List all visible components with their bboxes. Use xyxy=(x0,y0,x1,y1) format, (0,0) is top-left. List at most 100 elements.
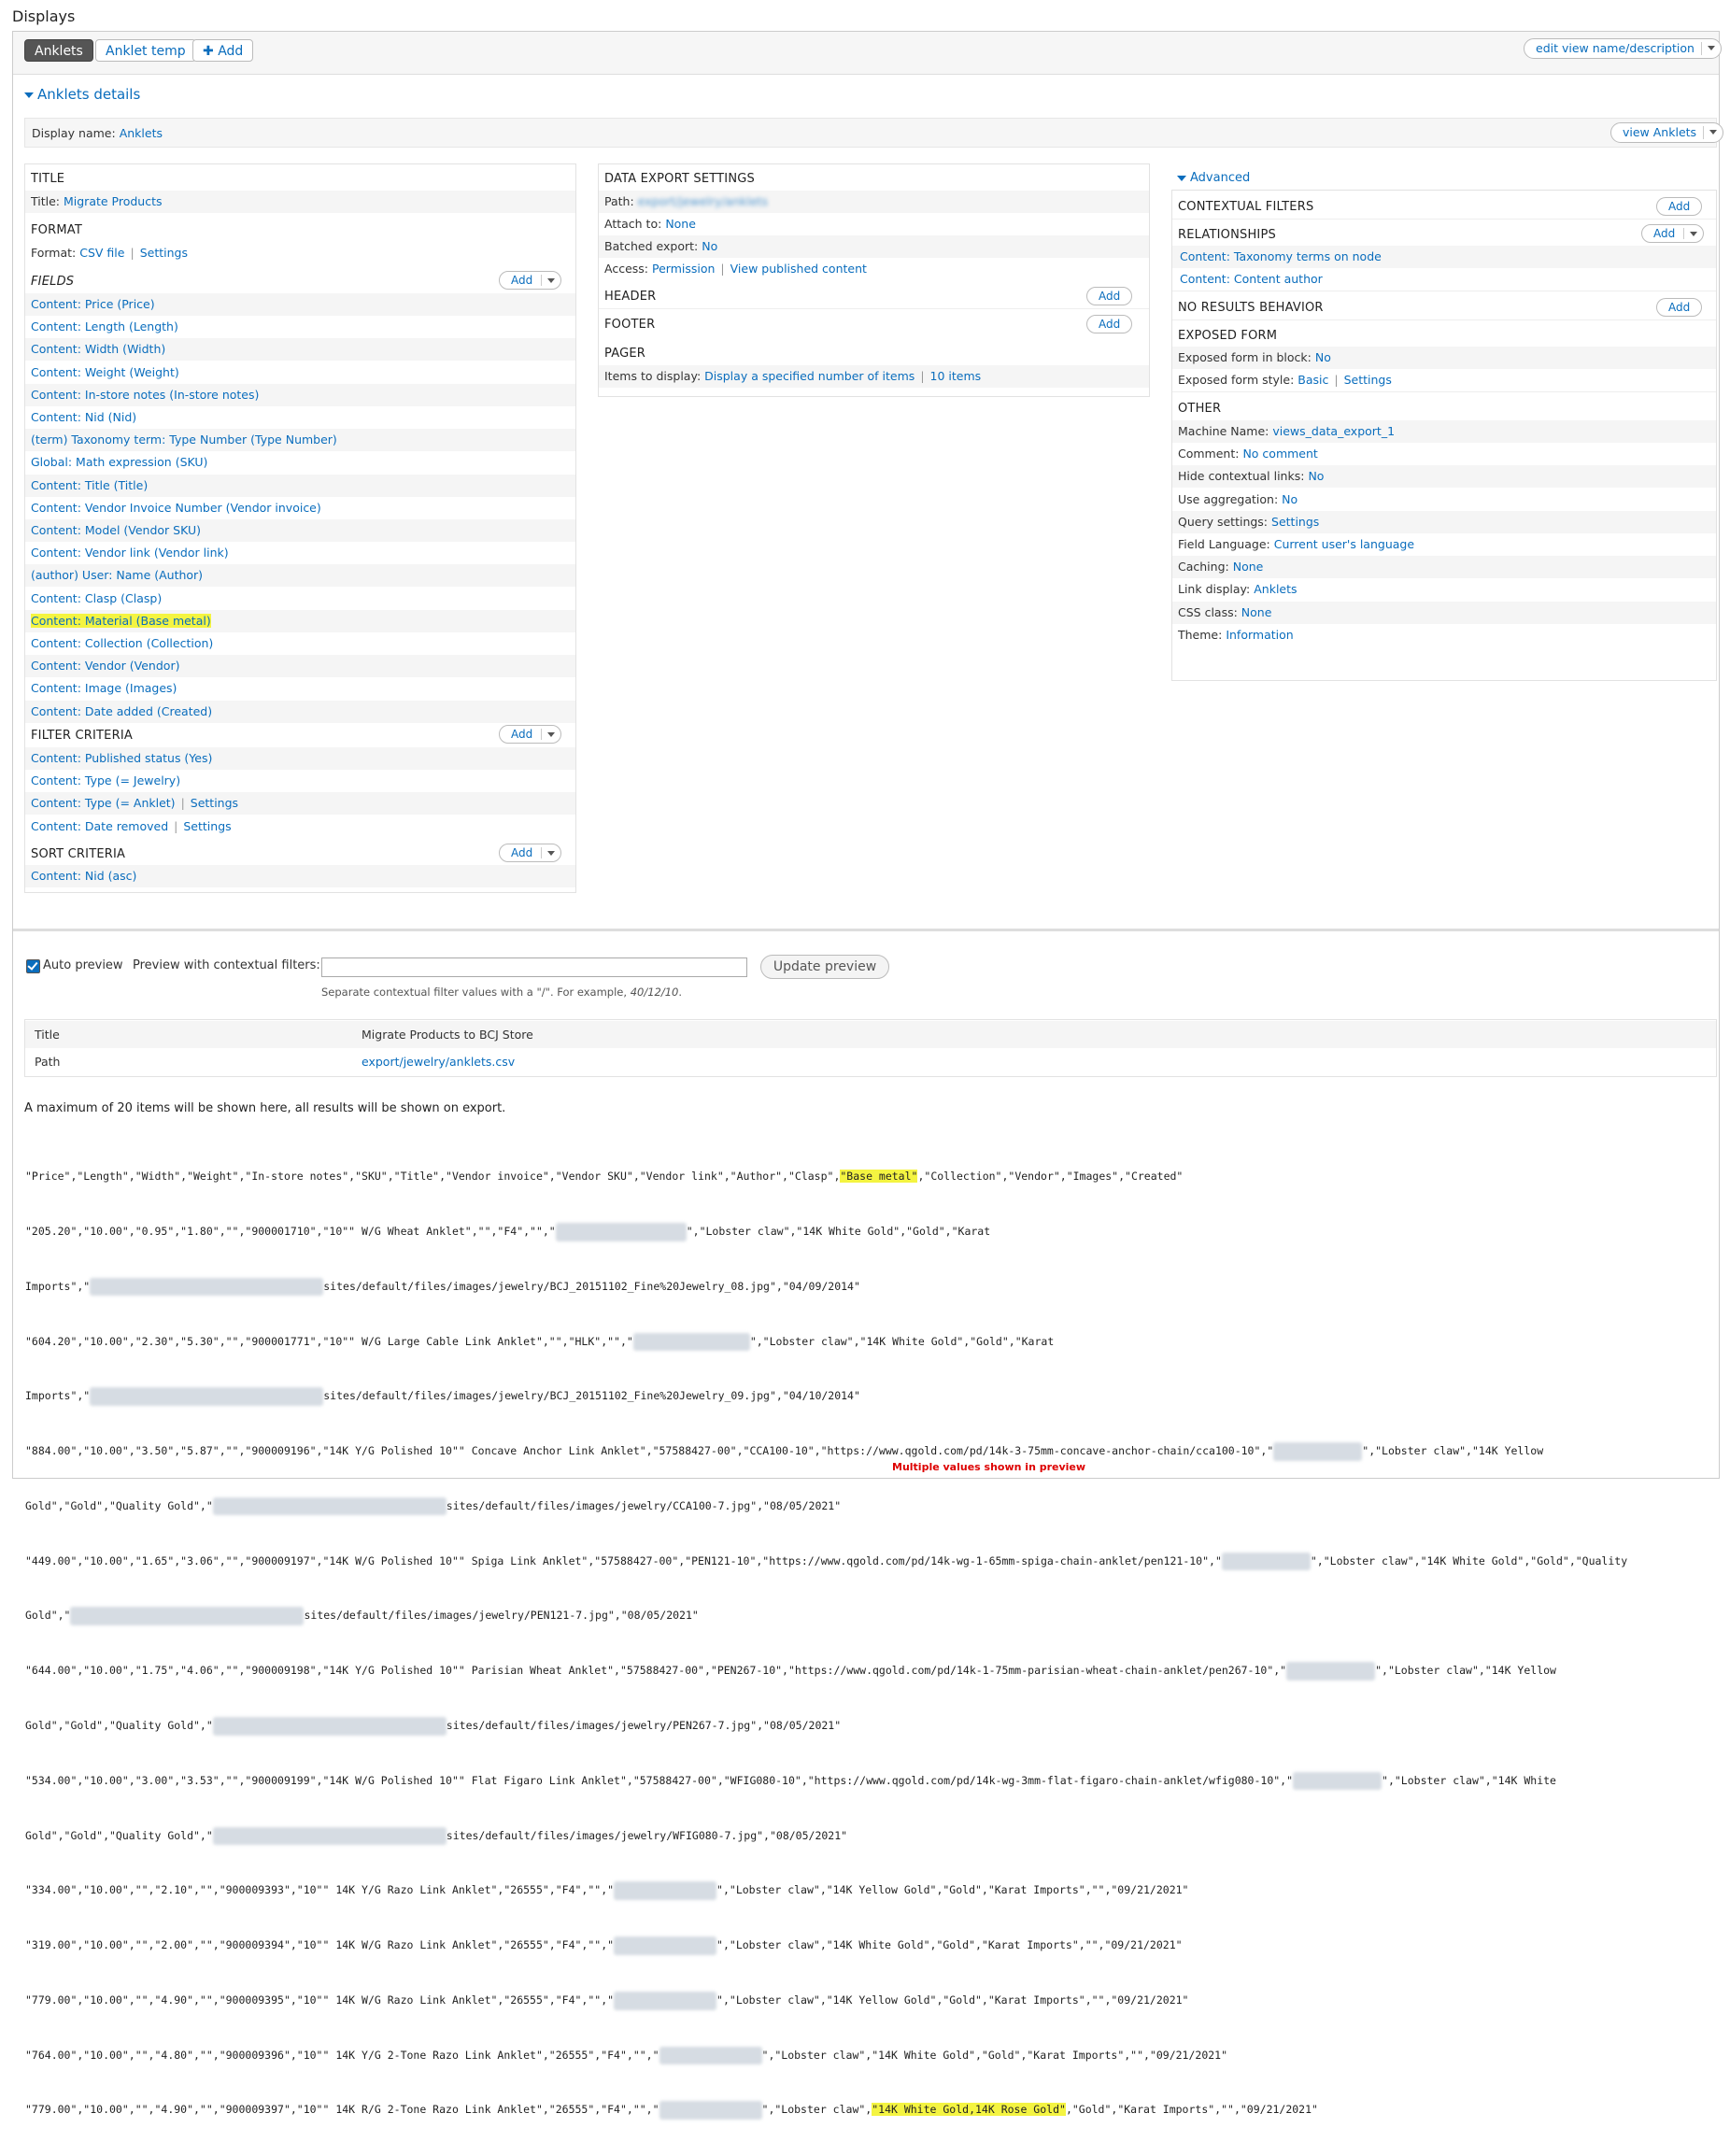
triangle-down-icon xyxy=(1177,175,1186,181)
field-row: (author) User: Name (Author) xyxy=(25,564,575,588)
field-link[interactable]: Content: Clasp (Clasp) xyxy=(31,591,162,605)
csv-line: "604.20","10.00","2.30","5.30","","90000… xyxy=(25,1332,1716,1352)
sort-add-button[interactable]: Add xyxy=(499,844,562,862)
update-preview-button[interactable]: Update preview xyxy=(760,955,889,979)
no-results-heading: NO RESULTS BEHAVIOR xyxy=(1178,301,1324,315)
relationship-link[interactable]: Content: Taxonomy terms on node xyxy=(1180,249,1382,263)
csv-line: "Price","Length","Width","Weight","In-st… xyxy=(25,1170,1184,1184)
details-toggle[interactable]: Anklets details xyxy=(24,86,140,103)
access-settings-link[interactable]: View published content xyxy=(730,262,867,276)
contextual-filters-input[interactable] xyxy=(321,957,747,977)
field-link[interactable]: Content: Date added (Created) xyxy=(31,704,212,718)
field-link[interactable]: Content: Vendor (Vendor) xyxy=(31,659,179,673)
display-name-link[interactable]: Anklets xyxy=(120,126,163,140)
other-setting-link[interactable]: Anklets xyxy=(1254,582,1297,596)
filter-row: Content: Date removed | Settings xyxy=(31,818,232,833)
field-link[interactable]: Content: Weight (Weight) xyxy=(31,365,179,379)
header-add-button[interactable]: Add xyxy=(1086,287,1133,305)
pager-items-link[interactable]: 10 items xyxy=(930,369,982,383)
chevron-down-icon[interactable] xyxy=(1709,130,1718,135)
format-link[interactable]: CSV file xyxy=(79,246,124,260)
add-display-button[interactable]: ✚ Add xyxy=(192,39,254,62)
contextual-add-button[interactable]: Add xyxy=(1656,197,1703,216)
field-link[interactable]: Content: Width (Width) xyxy=(31,342,165,356)
plus-icon: ✚ xyxy=(203,44,214,59)
batched-link[interactable]: No xyxy=(702,239,717,253)
field-link[interactable]: Content: Image (Images) xyxy=(31,681,177,695)
filter-settings-link[interactable]: Settings xyxy=(191,796,238,810)
auto-preview-label: Auto preview xyxy=(43,958,123,972)
title-link[interactable]: Migrate Products xyxy=(64,194,163,208)
filter-link[interactable]: Content: Type (= Anklet) xyxy=(31,796,176,810)
contextual-filters-label: Preview with contextual filters: xyxy=(133,958,320,972)
other-setting-link[interactable]: Information xyxy=(1226,628,1293,642)
pager-link[interactable]: Display a specified number of items xyxy=(704,369,915,383)
tab-anklets[interactable]: Anklets xyxy=(24,39,93,62)
field-link[interactable]: Content: Model (Vendor SKU) xyxy=(31,523,201,537)
csv-line: "884.00","10.00","3.50","5.87","","90000… xyxy=(25,1442,1716,1461)
no-results-add-button[interactable]: Add xyxy=(1656,298,1703,317)
edit-view-name-button[interactable]: edit view name/description xyxy=(1524,38,1722,59)
filter-link[interactable]: Content: Published status (Yes) xyxy=(31,751,212,765)
other-setting-link[interactable]: None xyxy=(1241,605,1272,619)
format-settings-link[interactable]: Settings xyxy=(140,246,188,260)
field-row: (term) Taxonomy term: Type Number (Type … xyxy=(25,429,575,452)
views-ui-panel: Anklets Anklet temp ✚ Add edit view name… xyxy=(12,31,1724,2121)
filter-link[interactable]: Content: Type (= Jewelry) xyxy=(31,773,180,787)
filter-add-button[interactable]: Add xyxy=(499,725,562,744)
field-link[interactable]: Content: Title (Title) xyxy=(31,478,148,492)
field-link[interactable]: Content: Collection (Collection) xyxy=(31,636,213,650)
other-setting-link[interactable]: No xyxy=(1308,469,1324,483)
filter-settings-link[interactable]: Settings xyxy=(183,819,231,833)
field-link[interactable]: Global: Math expression (SKU) xyxy=(31,455,207,469)
field-link[interactable]: Content: Vendor link (Vendor link) xyxy=(31,546,229,560)
other-setting-link[interactable]: No xyxy=(1282,492,1298,506)
field-link[interactable]: Content: In-store notes (In-store notes) xyxy=(31,388,259,402)
exposed-style-settings-link[interactable]: Settings xyxy=(1344,373,1392,387)
field-link[interactable]: Content: Vendor Invoice Number (Vendor i… xyxy=(31,501,321,515)
chevron-down-icon[interactable] xyxy=(547,278,556,283)
other-setting-link[interactable]: None xyxy=(1233,560,1264,574)
path-link[interactable]: export/jewelry/anklets xyxy=(638,194,768,208)
other-setting-link[interactable]: Current user's language xyxy=(1274,537,1414,551)
exposed-block-link[interactable]: No xyxy=(1315,350,1331,364)
field-link[interactable]: Content: Price (Price) xyxy=(31,297,155,311)
relationship-link[interactable]: Content: Content author xyxy=(1180,272,1323,286)
chevron-down-icon[interactable] xyxy=(547,732,556,737)
format-row: Format: CSV file | Settings xyxy=(31,246,188,260)
csv-line: "764.00","10.00","","4.80","","900009396… xyxy=(25,2046,1716,2065)
relationships-add-button[interactable]: Add xyxy=(1641,224,1705,243)
filter-link[interactable]: Content: Date removed xyxy=(31,819,168,833)
other-setting-link[interactable]: Settings xyxy=(1271,515,1319,529)
attach-link[interactable]: None xyxy=(665,217,696,231)
other-setting-link[interactable]: views_data_export_1 xyxy=(1272,424,1395,438)
field-link[interactable]: Content: Length (Length) xyxy=(31,319,178,333)
other-setting-link[interactable]: No comment xyxy=(1242,447,1317,461)
fields-add-button[interactable]: Add xyxy=(499,271,562,290)
view-anklets-button[interactable]: view Anklets xyxy=(1610,122,1724,143)
chevron-down-icon[interactable] xyxy=(1707,46,1715,50)
title-section-heading: TITLE xyxy=(31,172,65,186)
csv-line: Gold","Gold","Quality Gold","xsites/defa… xyxy=(25,1717,1716,1736)
tab-anklet-temp[interactable]: Anklet temp xyxy=(95,39,196,62)
advanced-toggle[interactable]: Advanced xyxy=(1177,171,1250,185)
footer-add-button[interactable]: Add xyxy=(1086,315,1133,333)
field-link[interactable]: Content: Nid (Nid) xyxy=(31,410,136,424)
csv-line: "334.00","10.00","","2.10","","900009393… xyxy=(25,1881,1716,1900)
field-link[interactable]: (author) User: Name (Author) xyxy=(31,568,203,582)
auto-preview-checkbox[interactable] xyxy=(26,959,40,973)
other-row: Comment: No comment xyxy=(1178,447,1318,461)
csv-line: "779.00","10.00","","4.90","","900009395… xyxy=(25,1991,1716,2010)
chevron-down-icon[interactable] xyxy=(547,851,556,856)
chevron-down-icon[interactable] xyxy=(1690,232,1698,236)
export-path-link[interactable]: export/jewelry/anklets.csv xyxy=(362,1048,515,1075)
sort-link[interactable]: Content: Nid (asc) xyxy=(31,869,136,883)
csv-preview: "Price","Length","Width","Weight","In-st… xyxy=(25,1131,1716,2156)
field-link[interactable]: (term) Taxonomy term: Type Number (Type … xyxy=(31,433,337,447)
table-row: Path export/jewelry/anklets.csv xyxy=(25,1048,1716,1075)
exposed-style-link[interactable]: Basic xyxy=(1298,373,1328,387)
access-link[interactable]: Permission xyxy=(652,262,715,276)
field-link[interactable]: Content: Material (Base metal) xyxy=(31,613,211,628)
max-items-note: A maximum of 20 items will be shown here… xyxy=(24,1101,506,1115)
filter-row: Content: Published status (Yes) xyxy=(25,747,575,770)
